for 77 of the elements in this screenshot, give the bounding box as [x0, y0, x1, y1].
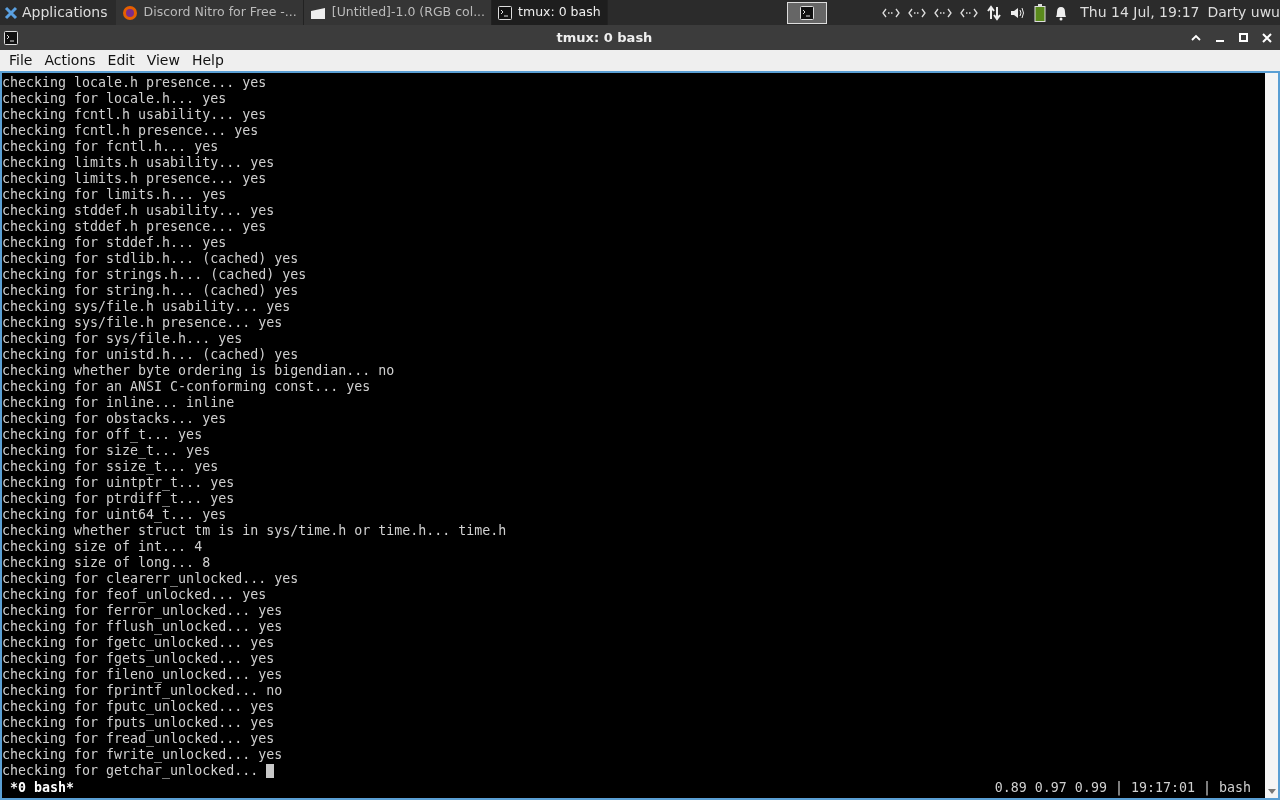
- network-icon: [934, 7, 953, 18]
- terminal-line: checking for feof_unlocked... yes: [2, 587, 267, 603]
- x-logo-icon: [4, 5, 18, 20]
- network-icon: [908, 7, 927, 18]
- menu-item[interactable]: Edit: [102, 50, 140, 71]
- terminal-line: checking for strings.h... (cached) yes: [2, 267, 307, 283]
- terminal-line: checking for fileno_unlocked... yes: [2, 667, 283, 683]
- clock[interactable]: Thu 14 Jul, 19:17: [1080, 2, 1200, 23]
- terminal-line: checking fcntl.h usability... yes: [2, 107, 267, 123]
- terminal-line: checking for getchar_unlocked...: [2, 763, 260, 779]
- terminal-line: checking sys/file.h presence... yes: [2, 315, 283, 331]
- terminal-line: checking for size_t... yes: [2, 443, 211, 459]
- bell-icon: [1054, 4, 1069, 21]
- terminal-line: checking for fflush_unlocked... yes: [2, 619, 283, 635]
- terminal-line: checking size of int... 4: [2, 539, 203, 555]
- terminal-line: checking for fputs_unlocked... yes: [2, 715, 275, 731]
- terminal-line: checking for unistd.h... (cached) yes: [2, 347, 299, 363]
- terminal-line: checking sys/file.h usability... yes: [2, 299, 291, 315]
- terminal-line: checking for an ANSI C-conforming const... yes: [2, 379, 371, 395]
- terminal-line: checking for ptrdiff_t... yes: [2, 491, 235, 507]
- terminal-line: checking fcntl.h presence... yes: [2, 123, 259, 139]
- close-icon[interactable]: [1262, 32, 1272, 43]
- fox-icon: [121, 4, 138, 21]
- terminal-line: checking whether byte ordering is bigendian... no: [2, 363, 395, 379]
- scroll-down-icon[interactable]: [1267, 789, 1276, 794]
- tmux-status: 0.89 0.97 0.99 | 19:17:01 | bash: [994, 780, 1251, 796]
- terminal-line: checking for clearerr_unlocked... yes: [2, 571, 299, 587]
- terminal-line: checking limits.h presence... yes: [2, 171, 267, 187]
- terminal-icon: [4, 30, 18, 45]
- menu-item[interactable]: File: [4, 50, 38, 71]
- terminal-line: checking for string.h... (cached) yes: [2, 283, 299, 299]
- menu-item[interactable]: View: [141, 50, 185, 71]
- network-icon: [960, 7, 979, 18]
- network-icon: [882, 7, 901, 18]
- terminal-line: checking for fcntl.h... yes: [2, 139, 219, 155]
- shade-icon[interactable]: [1191, 33, 1201, 42]
- terminal-line: checking limits.h usability... yes: [2, 155, 275, 171]
- tmux-window-label: *0 bash*: [9, 780, 75, 796]
- terminal-line: checking for stdlib.h... (cached) yes: [2, 251, 299, 267]
- terminal-line: checking for ssize_t... yes: [2, 459, 219, 475]
- user-name[interactable]: Darty uwu: [1207, 2, 1280, 23]
- terminal-icon: [800, 5, 815, 20]
- terminal-line: checking stddef.h presence... yes: [2, 219, 267, 235]
- terminal-line: checking for limits.h... yes: [2, 187, 227, 203]
- terminal-line: checking for sys/file.h... yes: [2, 331, 243, 347]
- taskbar-button[interactable]: Discord Nitro for Free -...: [115, 0, 304, 25]
- terminal-line: checking for fgets_unlocked... yes: [2, 651, 275, 667]
- terminal-line: checking for uint64_t... yes: [2, 507, 227, 523]
- terminal-line: checking for uintptr_t... yes: [2, 475, 235, 491]
- terminal-line: checking for locale.h... yes: [2, 91, 227, 107]
- taskbar-button[interactable]: [Untitled]-1.0 (RGB col...: [303, 0, 493, 25]
- terminal-line: checking for stddef.h... yes: [2, 235, 227, 251]
- terminal-line: checking for fprintf_unlocked... no: [2, 683, 283, 699]
- applications-menu[interactable]: Applications: [0, 0, 112, 25]
- terminal-line: checking stddef.h usability... yes: [2, 203, 275, 219]
- terminal-line: checking for ferror_unlocked... yes: [2, 603, 283, 619]
- terminal-line: checking for off_t... yes: [2, 427, 203, 443]
- maximize-icon[interactable]: [1239, 33, 1248, 42]
- window-title: tmux: 0 bash: [555, 28, 654, 47]
- taskbar-button[interactable]: tmux: 0 bash: [492, 0, 608, 25]
- terminal-line: checking for fputc_unlocked... yes: [2, 699, 275, 715]
- terminal-line: checking for inline... inline: [2, 395, 235, 411]
- cursor: [266, 764, 275, 778]
- scrollbar[interactable]: [1265, 73, 1278, 798]
- menu-item[interactable]: Help: [186, 50, 229, 71]
- terminal-icon: [498, 5, 513, 20]
- terminal-line: checking whether struct tm is in sys/time.h or time.h... time.h: [2, 523, 507, 539]
- battery-icon: [1034, 3, 1047, 22]
- terminal-line: checking for obstacks... yes: [2, 411, 227, 427]
- terminal-line: checking size of long... 8: [2, 555, 211, 571]
- terminal-line: checking for fgetc_unlocked... yes: [2, 635, 275, 651]
- menu-item[interactable]: Actions: [39, 50, 101, 71]
- terminal-line: checking locale.h presence... yes: [2, 75, 267, 91]
- transfer-icon: [986, 4, 1003, 21]
- terminal-line: checking for fread_unlocked... yes: [2, 731, 275, 747]
- terminal-line: checking for fwrite_unlocked... yes: [2, 747, 283, 763]
- workspace-button[interactable]: [787, 1, 828, 24]
